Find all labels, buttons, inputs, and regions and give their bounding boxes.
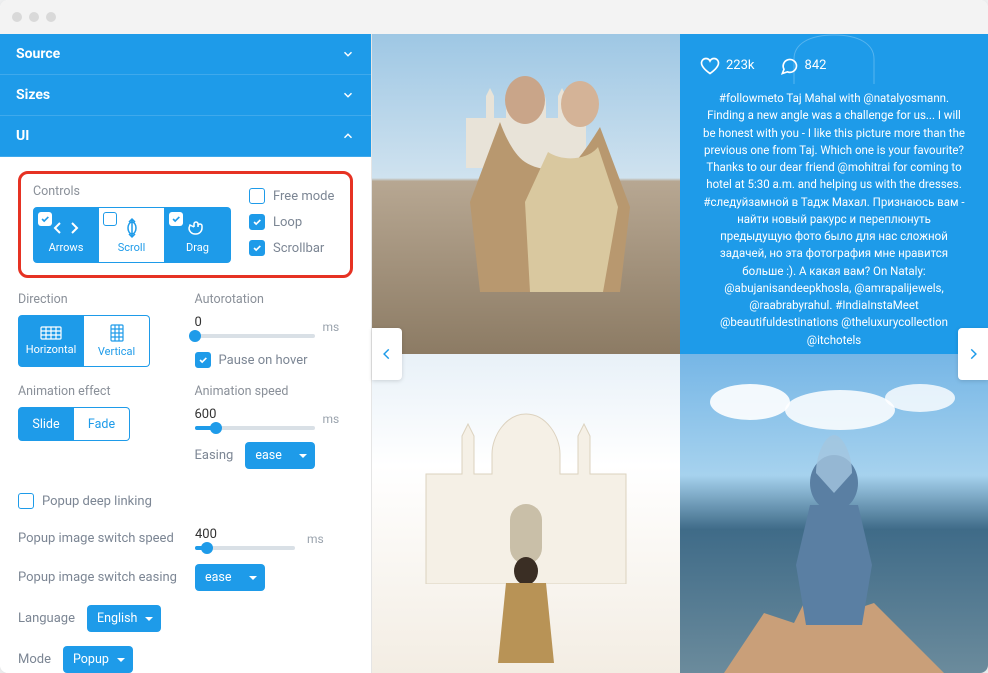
settings-sidebar: Source Sizes UI Controls <box>0 34 372 673</box>
gallery-tile-4[interactable] <box>680 354 988 673</box>
mode-label: Mode <box>18 652 51 667</box>
anim-slide[interactable]: Slide <box>18 407 74 441</box>
traffic-light-close[interactable] <box>12 12 22 22</box>
language-label: Language <box>18 611 75 626</box>
check-label: Popup deep linking <box>42 494 152 509</box>
opt-label: Vertical <box>98 345 135 358</box>
app-body: Source Sizes UI Controls <box>0 34 988 673</box>
slider-value: 0 <box>195 315 315 330</box>
slider-value: 400 <box>195 527 295 542</box>
easing-label: Easing <box>195 448 234 463</box>
check-loop[interactable]: Loop <box>249 214 359 230</box>
anim-fade[interactable]: Fade <box>74 407 130 441</box>
mode-select[interactable]: Popup <box>63 646 133 673</box>
direction-vertical[interactable]: Vertical <box>84 315 150 367</box>
control-label: Scroll <box>118 241 146 254</box>
control-scroll[interactable]: Scroll <box>99 207 165 263</box>
checkmark-icon <box>38 212 52 226</box>
grid-vertical-icon <box>110 324 124 342</box>
anim-effect-segmented: Slide Fade <box>18 407 177 441</box>
accordion-label: Source <box>16 46 60 62</box>
chevron-down-icon <box>341 88 355 102</box>
opt-label: Fade <box>88 417 115 432</box>
traffic-light-minimize[interactable] <box>29 12 39 22</box>
popup-easing-label: Popup image switch easing <box>18 570 183 585</box>
language-select[interactable]: English <box>87 605 161 632</box>
control-arrows[interactable]: Arrows <box>33 207 99 263</box>
drag-icon <box>187 217 209 239</box>
check-popup-deep-linking[interactable]: Popup deep linking <box>18 493 353 509</box>
accordion-ui[interactable]: UI <box>0 116 371 157</box>
controls-label: Controls <box>33 184 231 199</box>
prev-button[interactable] <box>372 328 402 380</box>
accordion-source[interactable]: Source <box>0 34 371 75</box>
preview-gallery: 223k 842 #followmeto Taj Mahal with @nat… <box>372 34 988 673</box>
easing-select[interactable]: ease <box>245 442 315 469</box>
accordion-label: UI <box>16 128 29 144</box>
gallery-tile-3[interactable] <box>372 354 680 673</box>
check-label: Scrollbar <box>273 241 324 256</box>
opt-label: Horizontal <box>26 343 77 356</box>
check-label: Loop <box>273 215 302 230</box>
anim-speed-label: Animation speed <box>195 384 354 399</box>
ui-panel: Controls Arrows Scroll <box>0 157 371 673</box>
heart-icon <box>700 56 720 76</box>
arrows-icon <box>51 217 81 239</box>
arch-outline-icon <box>734 34 934 84</box>
followme-figure <box>724 413 944 673</box>
chevron-left-icon <box>380 343 394 365</box>
chevron-right-icon <box>966 343 980 365</box>
slider-value: 600 <box>195 407 315 422</box>
chevron-down-icon <box>341 47 355 61</box>
grid-horizontal-icon <box>40 326 62 340</box>
controls-segmented: Arrows Scroll Drag <box>33 207 231 263</box>
check-pause-on-hover[interactable]: Pause on hover <box>195 352 354 368</box>
accordion-label: Sizes <box>16 87 50 103</box>
post-caption: #followmeto Taj Mahal with @natalyosmann… <box>700 90 968 349</box>
opt-label: Slide <box>32 417 59 432</box>
unit-label: ms <box>323 320 340 334</box>
gallery-tile-1[interactable] <box>372 34 680 354</box>
popup-speed-label: Popup image switch speed <box>18 531 183 546</box>
app-window: Source Sizes UI Controls <box>0 0 988 673</box>
scroll-icon <box>123 217 141 239</box>
check-label: Pause on hover <box>219 353 308 368</box>
control-label: Drag <box>186 241 209 254</box>
check-scrollbar[interactable]: Scrollbar <box>249 240 359 256</box>
direction-label: Direction <box>18 292 177 307</box>
person-figure <box>496 553 556 663</box>
check-free-mode[interactable]: Free mode <box>249 188 359 204</box>
check-label: Free mode <box>273 189 334 204</box>
couple-figure <box>470 62 640 292</box>
autorotation-label: Autorotation <box>195 292 354 307</box>
unit-label: ms <box>323 412 340 426</box>
controls-highlight: Controls Arrows Scroll <box>18 171 353 278</box>
anim-speed-slider[interactable]: 600 <box>195 407 315 430</box>
checkmark-icon <box>169 212 183 226</box>
anim-effect-label: Animation effect <box>18 384 177 399</box>
gallery-tile-2-caption[interactable]: 223k 842 #followmeto Taj Mahal with @nat… <box>680 34 988 354</box>
unit-label: ms <box>307 532 324 546</box>
direction-horizontal[interactable]: Horizontal <box>18 315 84 367</box>
traffic-light-zoom[interactable] <box>46 12 56 22</box>
autorotation-slider[interactable]: 0 <box>195 315 315 338</box>
popup-speed-slider[interactable]: 400 <box>195 527 295 550</box>
direction-segmented: Horizontal Vertical <box>18 315 177 367</box>
control-label: Arrows <box>49 241 84 254</box>
accordion-sizes[interactable]: Sizes <box>0 75 371 116</box>
popup-easing-select[interactable]: ease <box>195 564 265 591</box>
checkbox-icon <box>103 212 117 226</box>
next-button[interactable] <box>958 328 988 380</box>
control-drag[interactable]: Drag <box>165 207 231 263</box>
window-titlebar <box>0 0 988 34</box>
chevron-up-icon <box>341 129 355 143</box>
